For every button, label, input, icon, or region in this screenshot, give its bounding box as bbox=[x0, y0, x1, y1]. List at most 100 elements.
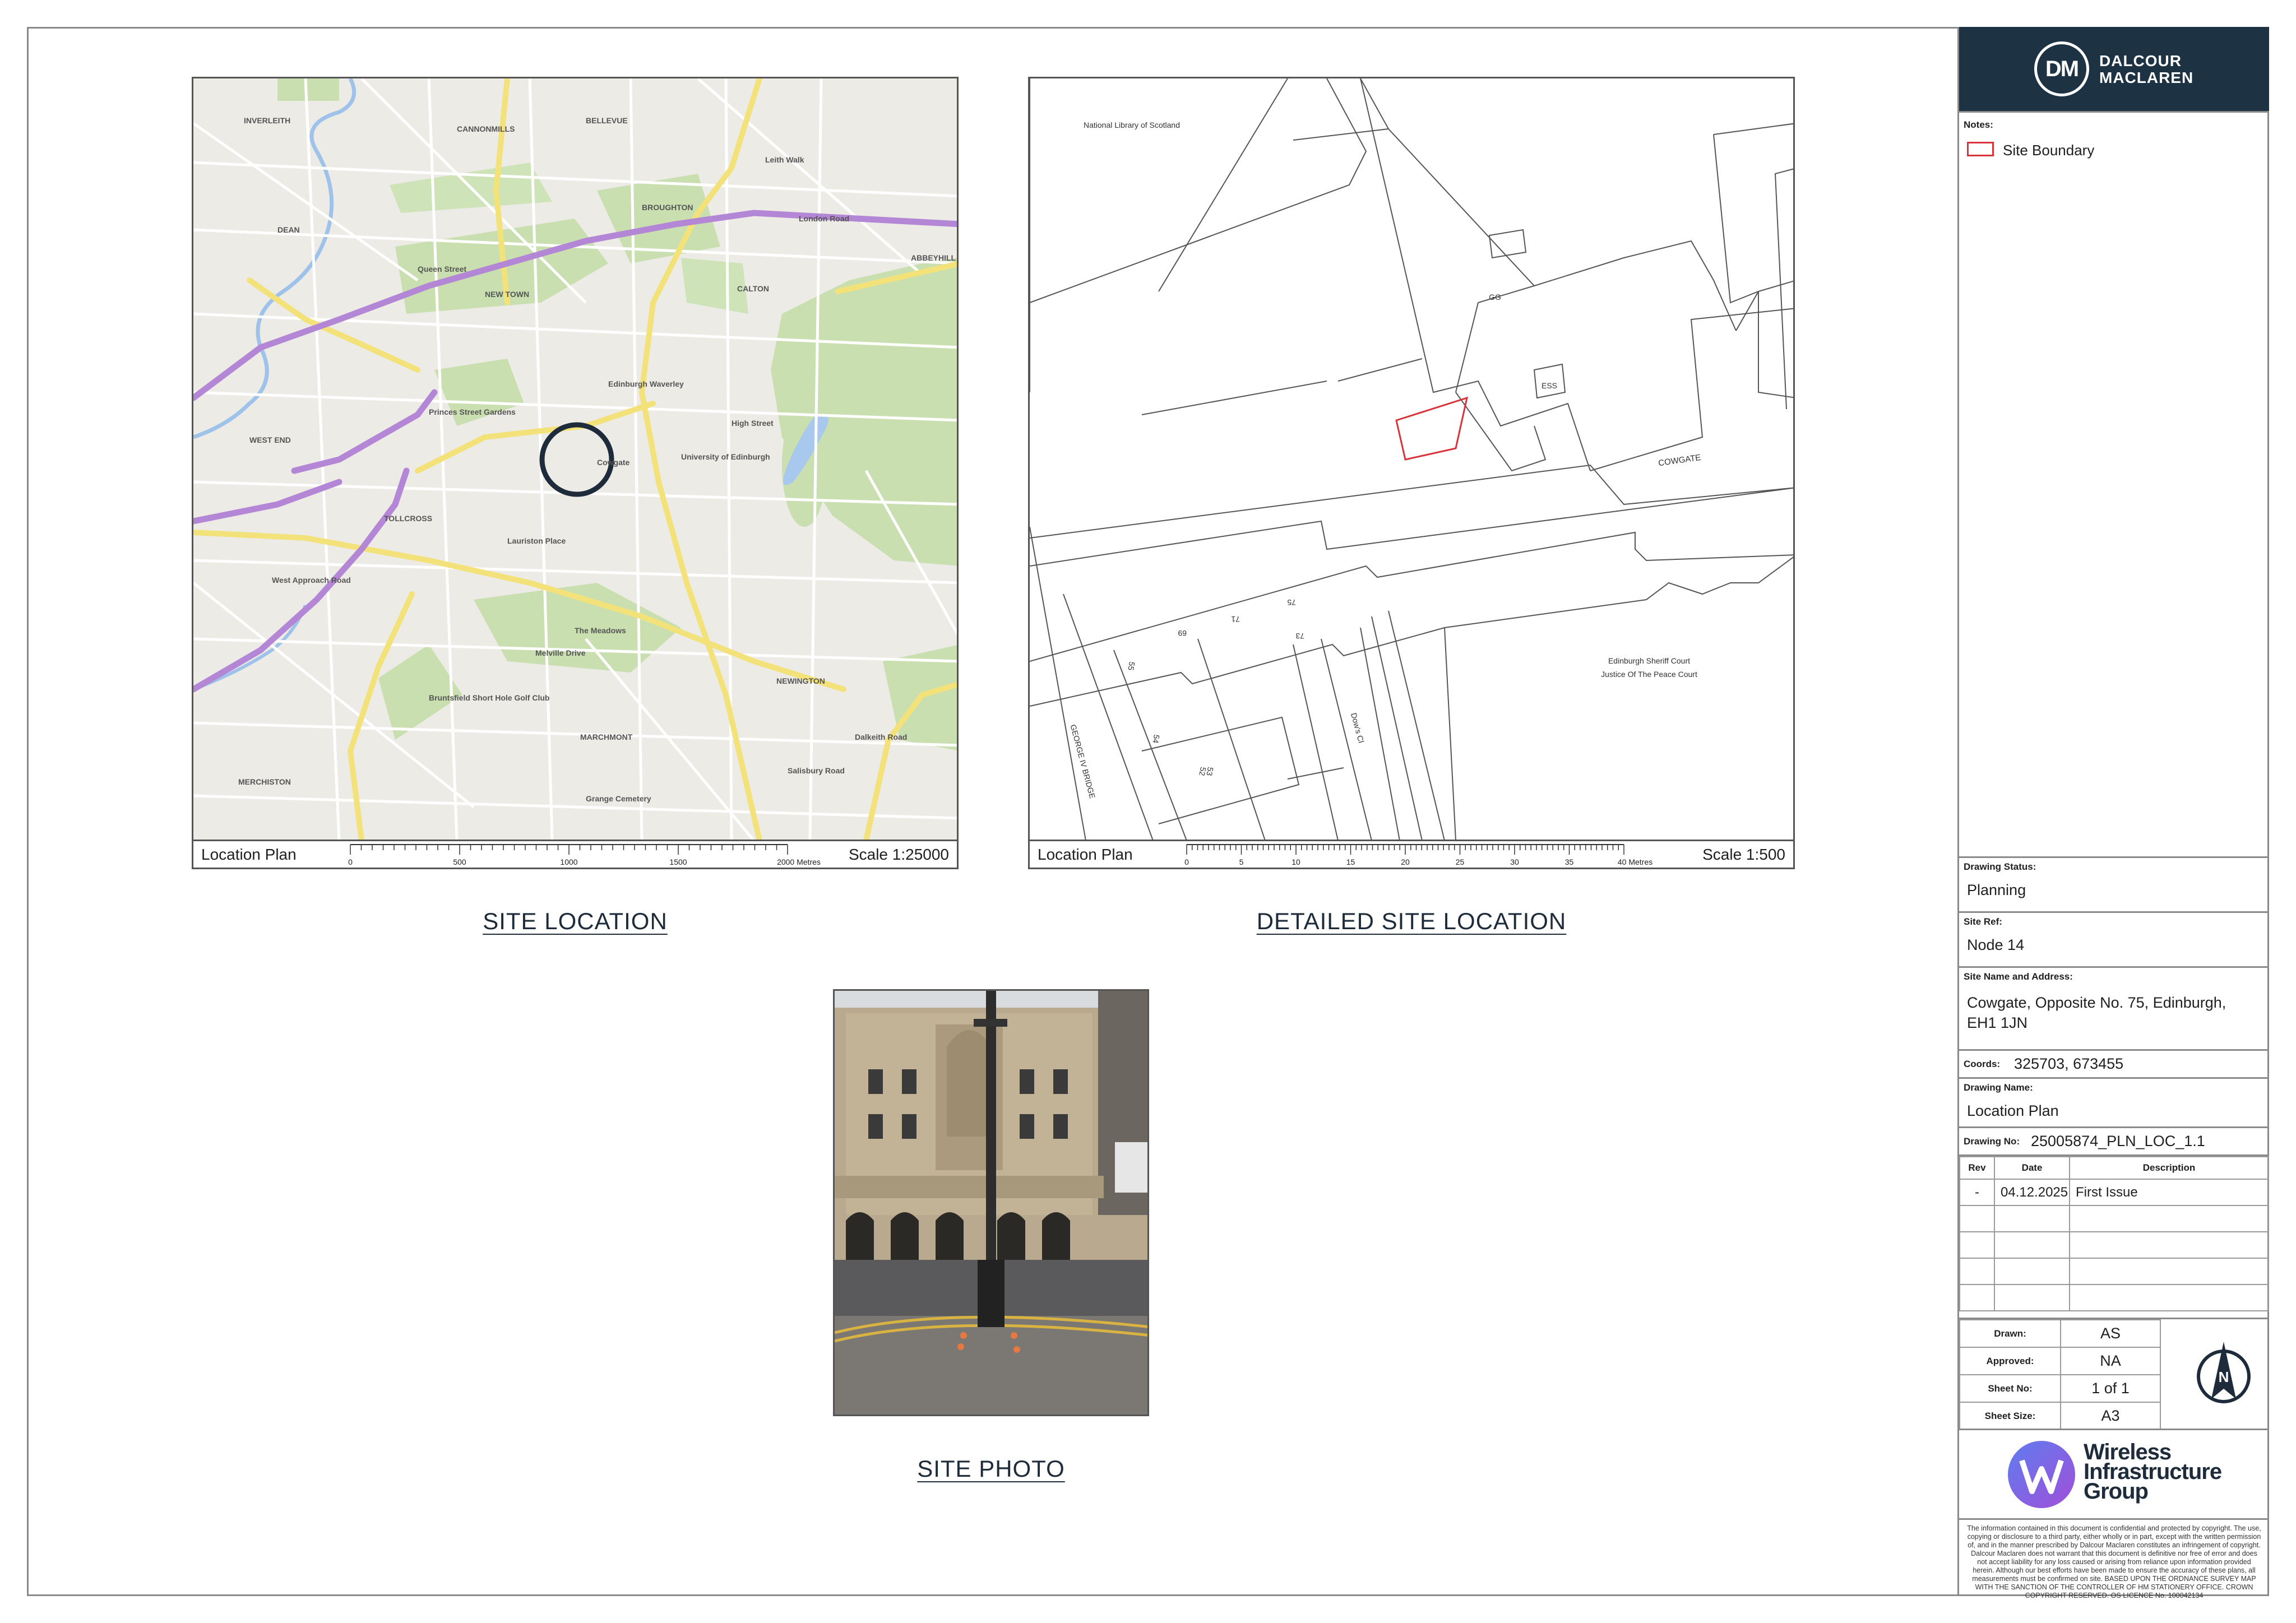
map-place-label: London Road bbox=[799, 214, 849, 223]
map-label-gg: GG bbox=[1489, 293, 1501, 302]
map-label-55: 55 bbox=[1126, 661, 1136, 671]
site-photo bbox=[833, 989, 1149, 1416]
plan-label: Location Plan bbox=[201, 846, 297, 863]
north-arrow-icon: N bbox=[2197, 1342, 2251, 1403]
map-place-label: TOLLCROSS bbox=[384, 514, 432, 523]
map-place-label: Salisbury Road bbox=[788, 766, 845, 775]
map-place-label: West Approach Road bbox=[272, 576, 351, 585]
scale-bar: Location Plan 0 500 1000 1500 2000 Metres Sc… bbox=[193, 840, 957, 868]
scale-label: Scale 1:25000 bbox=[848, 846, 949, 863]
map-place-label: Dalkeith Road bbox=[855, 732, 907, 741]
map-place-label: Bruntsfield Short Hole Golf Club bbox=[429, 693, 549, 702]
drawing-name: Location Plan bbox=[1967, 1102, 2059, 1119]
site-boundary-legend: Site Boundary bbox=[2003, 142, 2095, 159]
scale-tick-label: 1500 bbox=[669, 857, 687, 866]
title-block: DM DALCOUR MACLAREN Notes: Site Boundary… bbox=[1957, 27, 2269, 1599]
revision-table: Rev Date Description - 04.12.2025 First … bbox=[1959, 1154, 2269, 1311]
scale-ruler: 0 5 10 15 20 25 30 35 40 Metres bbox=[1184, 844, 1652, 866]
scale-tick-label: 500 bbox=[453, 857, 466, 866]
site-photo-image bbox=[835, 991, 1147, 1415]
scale-tick-label: 5 bbox=[1239, 857, 1244, 866]
map-place-label: DEAN bbox=[277, 225, 300, 234]
detailed-site-map: National Library of Scotland GG ESS COWG… bbox=[1028, 77, 1795, 869]
scale-tick-label: 10 bbox=[1292, 857, 1300, 866]
scale-tick-label: 0 bbox=[348, 857, 353, 866]
company-header: DM DALCOUR MACLAREN bbox=[1959, 27, 2269, 111]
revision-row: - 04.12.2025 First Issue bbox=[1959, 1179, 2269, 1206]
scale-tick-label: 2000 Metres bbox=[777, 857, 821, 866]
map-place-label: Melville Drive bbox=[535, 648, 586, 657]
map-label-ess: ESS bbox=[1542, 381, 1557, 390]
map-label-52: 52 bbox=[1197, 766, 1207, 776]
copyright-disclaimer: The information contained in this docume… bbox=[1959, 1518, 2269, 1599]
scale-tick-label: 35 bbox=[1565, 857, 1574, 866]
coords: 325703, 673455 bbox=[2014, 1055, 2124, 1072]
map-place-label: INVERLEITH bbox=[244, 116, 290, 125]
map-place-label: WEST END bbox=[249, 435, 291, 444]
site-photo-title: SITE PHOTO bbox=[917, 1455, 1065, 1482]
scale-bar: Location Plan 0 5 10 15 20 25 30 35 40 Metres Sc… bbox=[1030, 840, 1793, 868]
date-header: Date bbox=[1994, 1156, 2070, 1180]
revision-row-empty bbox=[1959, 1205, 2269, 1232]
map-place-label: The Meadows bbox=[575, 626, 626, 635]
map-place-label: CANNONMILLS bbox=[457, 124, 515, 133]
revision-row-empty bbox=[1959, 1258, 2269, 1285]
scale-tick-label: 25 bbox=[1456, 857, 1465, 866]
revision-row-empty bbox=[1959, 1284, 2269, 1311]
sign-off-block: Drawn: AS Approved: NA Sheet No: 1 of 1 She… bbox=[1959, 1318, 2269, 1430]
drawn-by: AS bbox=[2060, 1319, 2161, 1348]
site-location-title: SITE LOCATION bbox=[483, 908, 668, 934]
map-label-library: National Library of Scotland bbox=[1084, 120, 1180, 129]
map-place-label: MERCHISTON bbox=[238, 777, 291, 786]
rev-header: Rev bbox=[1959, 1156, 1995, 1180]
drawing-status-row: Drawing Status: Planning bbox=[1959, 856, 2269, 911]
coords-row: Coords: 325703, 673455 bbox=[1959, 1049, 2269, 1077]
plan-label: Location Plan bbox=[1038, 846, 1133, 863]
street-map: INVERLEITH CANNONMILLS BELLEVUE BROUGHTON DE… bbox=[193, 78, 957, 841]
notes-label: Notes: bbox=[1964, 119, 1993, 130]
map-place-label: Queen Street bbox=[418, 265, 466, 273]
site-ref: Node 14 bbox=[1967, 936, 2025, 953]
map-place-label: Princes Street Gardens bbox=[429, 407, 516, 416]
svg-text:N: N bbox=[2219, 1369, 2229, 1385]
map-label-75: 75 bbox=[1287, 598, 1296, 607]
detailed-site-location-title: DETAILED SITE LOCATION bbox=[1256, 908, 1567, 934]
map-label-court: Edinburgh Sheriff Court bbox=[1608, 656, 1690, 665]
map-place-label: BELLEVUE bbox=[586, 116, 628, 125]
map-place-label: NEW TOWN bbox=[485, 290, 529, 299]
site-location-map: INVERLEITH CANNONMILLS BELLEVUE BROUGHTON DE… bbox=[192, 77, 959, 869]
site-boundary-swatch bbox=[1967, 142, 1994, 156]
scale-tick-label: 15 bbox=[1346, 857, 1355, 866]
drawing-name-row: Drawing Name: Location Plan bbox=[1959, 1077, 2269, 1132]
scale-tick-label: 20 bbox=[1401, 857, 1410, 866]
map-label-jp-court: Justice Of The Peace Court bbox=[1601, 670, 1697, 679]
map-place-label: BROUGHTON bbox=[642, 203, 693, 212]
map-place-label: NEWINGTON bbox=[776, 676, 825, 685]
map-place-label: MARCHMONT bbox=[580, 732, 633, 741]
scale-tick-label: 0 bbox=[1184, 857, 1189, 866]
map-place-label: University of Edinburgh bbox=[681, 452, 770, 461]
scale-ruler: 0 500 1000 1500 2000 Metres bbox=[348, 844, 821, 866]
revision-row-empty bbox=[1959, 1231, 2269, 1259]
map-place-label: Lauriston Place bbox=[507, 536, 566, 545]
sheet-number: 1 of 1 bbox=[2060, 1374, 2161, 1403]
wig-name: Wireless Infrastructure Group bbox=[2084, 1440, 2222, 1504]
company-name: DALCOUR MACLAREN bbox=[2099, 52, 2194, 86]
notes-section: Notes: Site Boundary bbox=[1959, 111, 2269, 856]
map-label-69: 69 bbox=[1178, 629, 1187, 638]
site-ref-row: Site Ref: Node 14 bbox=[1959, 911, 2269, 966]
map-place-label: Cowgate bbox=[597, 458, 630, 467]
wig-logo-icon bbox=[2008, 1441, 2075, 1508]
site-name-row: Site Name and Address: Cowgate, Opposite… bbox=[1959, 966, 2269, 1049]
map-place-label: ABBEYHILL bbox=[911, 253, 956, 262]
map-label-71: 71 bbox=[1231, 615, 1240, 624]
description-header: Description bbox=[2069, 1156, 2269, 1180]
scale-tick-label: 30 bbox=[1510, 857, 1519, 866]
scale-label: Scale 1:500 bbox=[1702, 846, 1785, 863]
scale-tick-label: 40 Metres bbox=[1618, 857, 1652, 866]
partner-logo: Wireless Infrastructure Group bbox=[1959, 1429, 2269, 1518]
scale-tick-label: 1000 bbox=[560, 857, 577, 866]
map-place-label: Leith Walk bbox=[765, 155, 804, 164]
dalcour-maclaren-logo: DM bbox=[2034, 41, 2089, 96]
map-label-73: 73 bbox=[1295, 632, 1304, 641]
